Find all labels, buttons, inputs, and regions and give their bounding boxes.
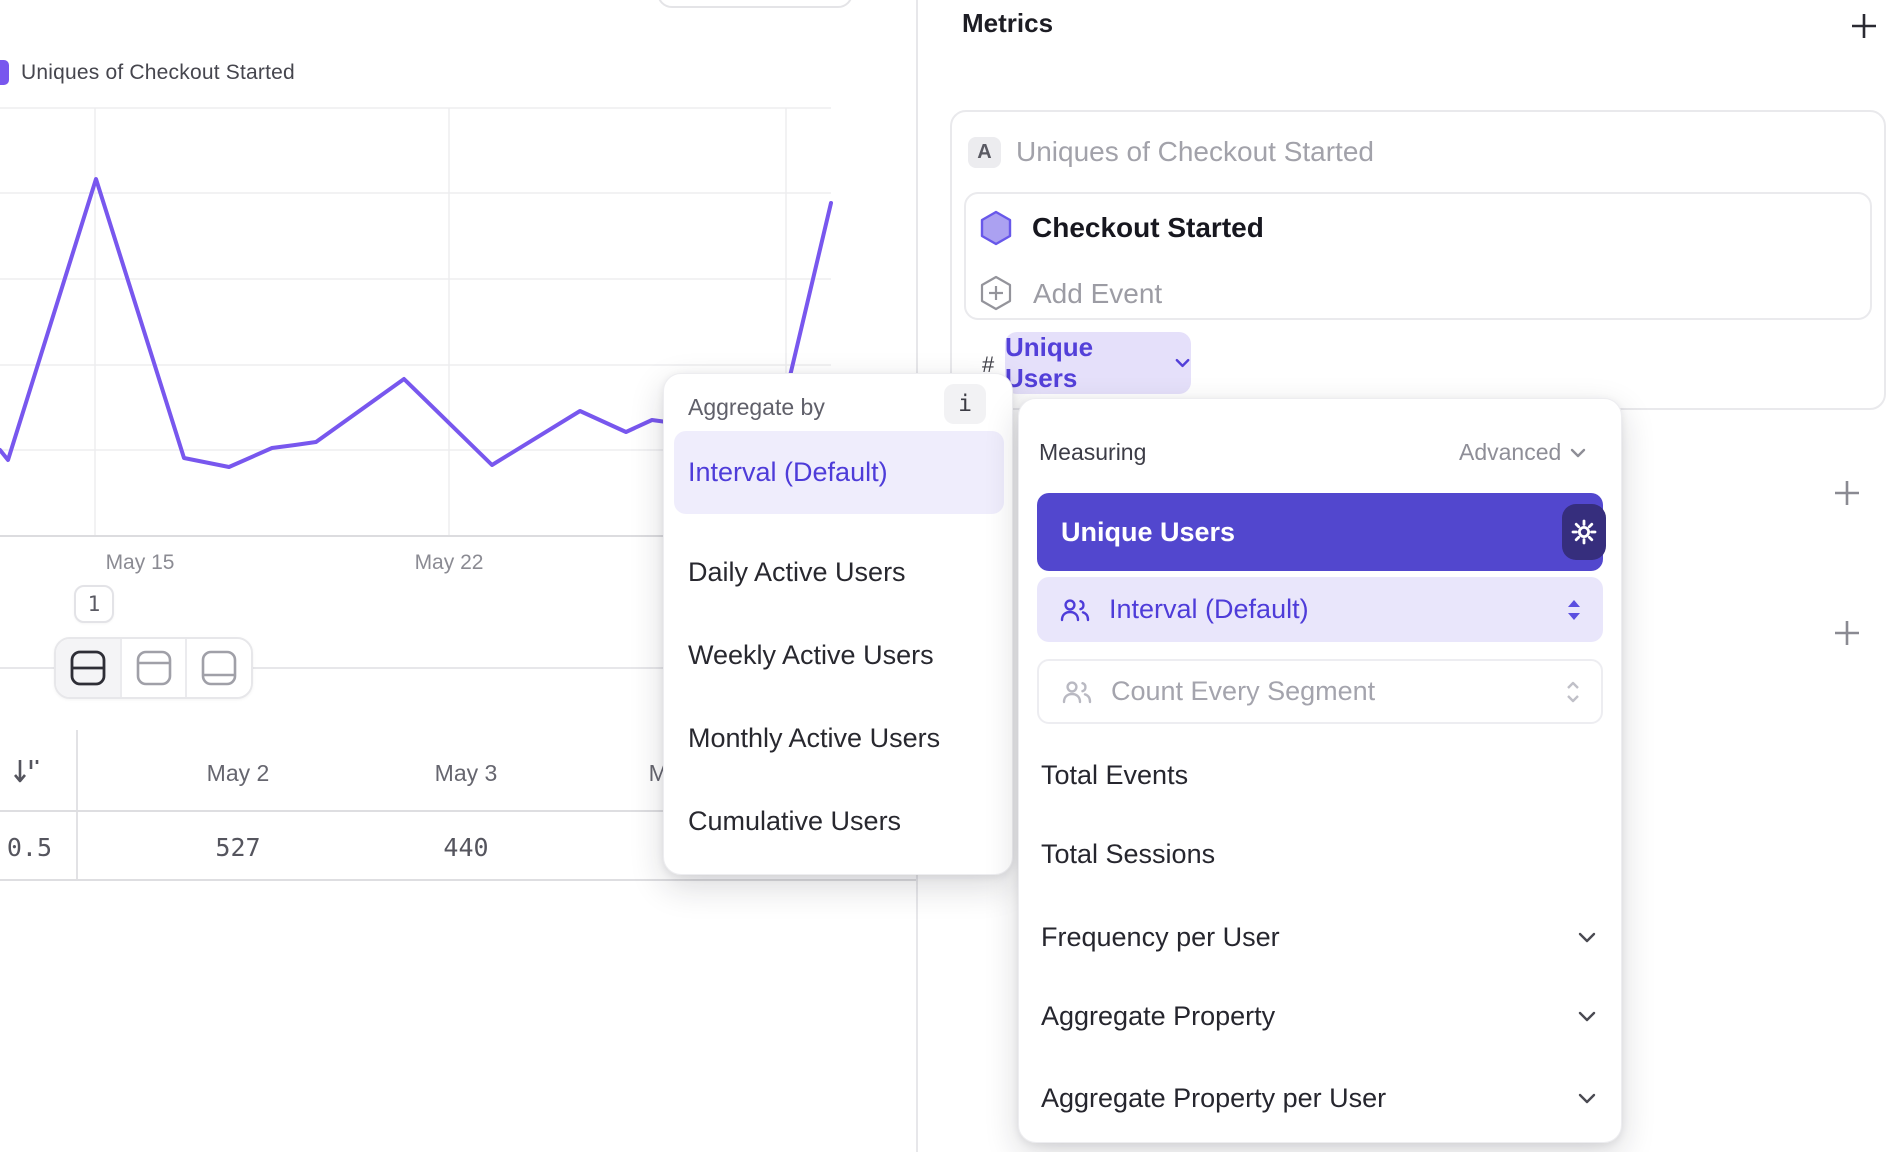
header-top-icon: [135, 648, 173, 688]
table-column-divider: [76, 730, 78, 880]
table-header-may3[interactable]: May 3: [386, 760, 546, 787]
count-every-segment-row[interactable]: Count Every Segment: [1037, 659, 1603, 724]
event-name[interactable]: Checkout Started: [1032, 212, 1264, 244]
measuring-title: Measuring: [1039, 439, 1146, 466]
add-breakdown-icon[interactable]: [1833, 619, 1861, 647]
menu-item-cumulative-users[interactable]: Cumulative Users: [674, 789, 1004, 853]
toolbar-pill-button[interactable]: [657, 0, 853, 8]
menu-item-frequency-per-user[interactable]: Frequency per User: [1019, 907, 1623, 967]
table-header-may2[interactable]: May 2: [158, 760, 318, 787]
event-card: Checkout Started Add Event: [964, 192, 1872, 320]
menu-item-weekly-active-users[interactable]: Weekly Active Users: [674, 623, 1004, 687]
users-icon: [1061, 679, 1093, 705]
x-tick-may-15: May 15: [80, 551, 200, 575]
footer-bottom-icon: [200, 648, 238, 688]
chevron-down-icon: [1577, 1010, 1597, 1023]
add-filter-icon[interactable]: [1833, 479, 1861, 507]
table-cell-may3: 440: [386, 833, 546, 862]
layout-toggle-group: [54, 637, 253, 699]
split-rows-icon: [69, 648, 107, 688]
add-event-button[interactable]: Add Event: [1033, 278, 1162, 310]
chevron-down-icon: [1569, 447, 1587, 459]
menu-item-monthly-active-users[interactable]: Monthly Active Users: [674, 706, 1004, 770]
menu-item-aggregate-property[interactable]: Aggregate Property: [1019, 986, 1623, 1046]
measuring-menu: Measuring Advanced Unique Users: [1018, 398, 1622, 1143]
interval-default-row[interactable]: Interval (Default): [1037, 577, 1603, 642]
gear-icon: [1569, 517, 1599, 547]
aggregate-by-menu: Aggregate by i Interval (Default) Daily …: [663, 373, 1013, 875]
layout-toggle-footer-bottom[interactable]: [187, 639, 251, 697]
layout-toggle-header-top[interactable]: [122, 639, 188, 697]
metric-badge-a: A: [968, 137, 1001, 168]
add-metric-icon[interactable]: [1848, 10, 1880, 42]
metrics-heading: Metrics: [962, 8, 1053, 39]
gear-button[interactable]: [1562, 504, 1606, 560]
measurement-chip[interactable]: Unique Users: [1005, 332, 1191, 394]
layout-toggle-split-middle[interactable]: [56, 639, 122, 697]
sort-icon[interactable]: [12, 755, 40, 787]
table-row-border: [0, 879, 916, 881]
menu-item-total-sessions[interactable]: Total Sessions: [1019, 824, 1623, 884]
unique-users-selected-button[interactable]: Unique Users: [1037, 493, 1603, 571]
legend-label: Uniques of Checkout Started: [21, 61, 295, 85]
advanced-toggle[interactable]: Advanced: [1459, 439, 1587, 466]
menu-item-daily-active-users[interactable]: Daily Active Users: [674, 540, 1004, 604]
table-cell-may2: 527: [158, 833, 318, 862]
x-tick-may-22: May 22: [389, 551, 509, 575]
page-number-badge[interactable]: 1: [74, 585, 114, 623]
chevron-down-icon: [1577, 1092, 1597, 1105]
chevron-down-icon: [1577, 931, 1597, 944]
chart-legend[interactable]: Uniques of Checkout Started: [0, 60, 295, 85]
info-icon[interactable]: i: [944, 384, 986, 424]
menu-item-aggregate-property-per-user[interactable]: Aggregate Property per User: [1019, 1068, 1623, 1128]
legend-color-swatch: [0, 60, 9, 85]
metric-name-field[interactable]: Uniques of Checkout Started: [1016, 136, 1374, 168]
add-event-hexagon-icon: [979, 275, 1013, 311]
event-hexagon-icon: [979, 210, 1013, 246]
unfold-carets-icon: [1565, 679, 1581, 705]
table-cell-clipped: 0.5: [0, 833, 52, 862]
users-icon: [1059, 597, 1091, 623]
unfold-carets-icon: [1565, 597, 1583, 623]
menu-item-interval-default[interactable]: Interval (Default): [674, 431, 1004, 514]
chevron-down-icon: [1174, 357, 1191, 369]
aggregate-by-title: Aggregate by: [688, 394, 825, 421]
metric-card: A Uniques of Checkout Started Checkout S…: [950, 110, 1886, 410]
menu-item-total-events[interactable]: Total Events: [1019, 745, 1623, 805]
